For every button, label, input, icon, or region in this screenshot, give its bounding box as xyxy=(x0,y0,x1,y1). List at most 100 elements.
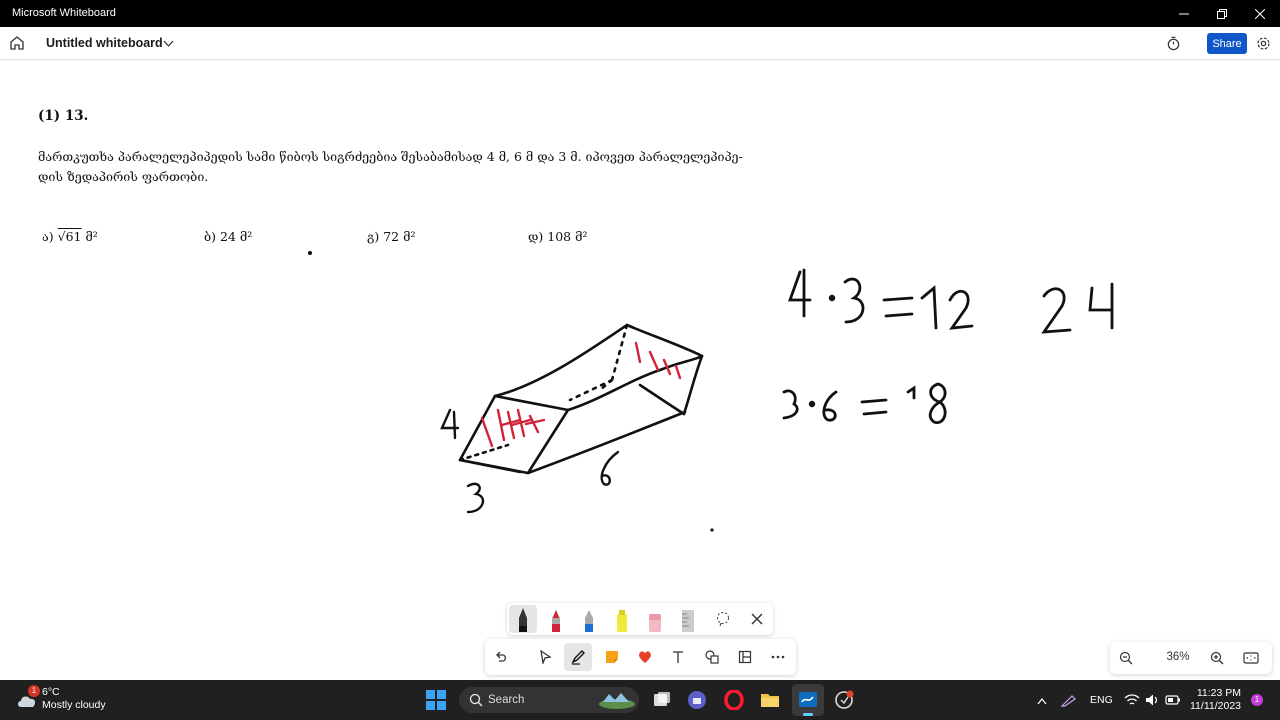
heart-icon xyxy=(639,651,651,663)
start-button[interactable] xyxy=(426,690,446,710)
weather-description: Mostly cloudy xyxy=(42,699,106,711)
pen-tray xyxy=(507,603,773,635)
ruler-icon xyxy=(682,610,694,632)
battery-icon[interactable] xyxy=(1165,694,1181,706)
fit-screen-icon xyxy=(1243,652,1259,664)
chevron-up-icon[interactable] xyxy=(1037,697,1047,705)
fit-to-screen-button[interactable] xyxy=(1237,644,1265,672)
opera-button[interactable] xyxy=(724,689,744,711)
sticky-note-icon xyxy=(606,651,618,663)
whiteboard-canvas[interactable]: (1) 13. მართკუთხა პარალელეპიპედის სამი წ… xyxy=(0,61,1280,680)
digit-4 xyxy=(440,408,460,440)
taskbar-search[interactable]: Search xyxy=(459,687,639,713)
highlighter-icon xyxy=(617,610,627,632)
close-icon xyxy=(1255,8,1265,19)
more-icon xyxy=(771,655,785,659)
file-explorer-button[interactable] xyxy=(760,690,780,710)
whiteboard-app-icon xyxy=(799,692,817,707)
zoom-in-button[interactable] xyxy=(1203,644,1231,672)
red-pen-button[interactable] xyxy=(542,605,570,633)
teams-icon xyxy=(688,691,706,709)
select-button[interactable] xyxy=(531,643,559,671)
lasso-button[interactable] xyxy=(709,605,737,633)
close-pen-tray-button[interactable] xyxy=(743,605,771,633)
pen-tool-button[interactable] xyxy=(564,643,592,671)
close-window-button[interactable] xyxy=(1240,0,1280,27)
clock-time: 11:23 PM xyxy=(1196,687,1241,699)
wifi-icon[interactable] xyxy=(1124,693,1140,707)
red-pen-icon xyxy=(552,610,560,632)
weather-text: 6°C Mostly cloudy xyxy=(42,686,106,712)
more-button[interactable] xyxy=(764,643,792,671)
text-button[interactable] xyxy=(664,643,692,671)
ink-dot xyxy=(308,251,312,255)
task-view-button[interactable] xyxy=(652,690,672,710)
window-title: Microsoft Whiteboard xyxy=(12,7,116,19)
shapes-button[interactable] xyxy=(698,643,726,671)
blue-pen-icon xyxy=(585,610,593,632)
sticky-note-button[interactable] xyxy=(598,643,626,671)
red-hatching xyxy=(480,341,682,448)
notification-badge[interactable]: 1 xyxy=(1251,694,1263,706)
zoom-controls: 36% xyxy=(1110,642,1272,674)
black-pen-icon xyxy=(519,608,527,632)
windows-logo-icon xyxy=(426,690,446,710)
weather-widget[interactable]: 1 6°C Mostly cloudy xyxy=(0,680,120,720)
volume-icon[interactable] xyxy=(1144,693,1160,707)
share-button[interactable]: Share xyxy=(1207,33,1247,54)
templates-button[interactable] xyxy=(731,643,759,671)
opera-icon xyxy=(724,689,744,711)
ruler-button[interactable] xyxy=(674,605,702,633)
clock-date: 11/11/2023 xyxy=(1190,700,1241,712)
text-icon xyxy=(673,651,683,663)
eraser-button[interactable] xyxy=(641,605,669,633)
recorder-icon xyxy=(835,690,854,709)
highlighter-button[interactable] xyxy=(608,605,636,633)
lasso-icon xyxy=(717,612,729,627)
search-icon xyxy=(469,693,483,707)
main-toolbar xyxy=(485,639,796,675)
app-bar: Untitled whiteboard Share xyxy=(0,27,1280,60)
folder-icon xyxy=(761,694,779,707)
active-indicator xyxy=(803,713,813,716)
shapes-icon xyxy=(705,650,719,664)
search-highlight-icon xyxy=(599,693,635,709)
weather-badge: 1 xyxy=(28,685,40,697)
pen-input-icon[interactable] xyxy=(1060,692,1078,708)
title-bar: Microsoft Whiteboard xyxy=(0,0,1280,27)
eraser-icon xyxy=(649,614,661,632)
undo-button[interactable] xyxy=(487,643,515,671)
handwritten-equations xyxy=(782,268,1114,424)
ink-layer[interactable] xyxy=(0,61,1280,680)
home-icon[interactable] xyxy=(9,35,25,51)
minimize-button[interactable] xyxy=(1164,0,1204,27)
teams-button[interactable] xyxy=(687,690,707,710)
zoom-out-button[interactable] xyxy=(1112,644,1140,672)
minimize-icon xyxy=(1179,13,1189,14)
box-drawing xyxy=(458,323,704,475)
settings-gear-icon[interactable] xyxy=(1256,36,1271,51)
language-indicator[interactable]: ENG xyxy=(1090,694,1113,706)
zoom-level[interactable]: 36% xyxy=(1160,651,1196,663)
whiteboard-app-button[interactable] xyxy=(792,684,824,716)
board-name[interactable]: Untitled whiteboard xyxy=(46,36,163,50)
undo-icon xyxy=(496,651,506,662)
ink-dot xyxy=(710,528,714,532)
zoom-out-icon xyxy=(1119,651,1133,665)
reaction-button[interactable] xyxy=(631,643,659,671)
digit-6 xyxy=(600,450,620,486)
digit-3 xyxy=(466,482,485,514)
restore-icon xyxy=(1217,8,1227,19)
restore-button[interactable] xyxy=(1202,0,1242,27)
timer-icon[interactable] xyxy=(1166,36,1181,51)
system-clock[interactable]: 11:23 PM 11/11/2023 xyxy=(1190,687,1241,713)
close-icon xyxy=(751,613,763,625)
search-label: Search xyxy=(488,694,525,706)
recorder-button[interactable] xyxy=(834,690,854,710)
zoom-in-icon xyxy=(1210,651,1224,665)
pen-tool-icon xyxy=(571,650,585,665)
chevron-down-icon[interactable] xyxy=(163,38,174,49)
black-pen-button[interactable] xyxy=(509,605,537,633)
blue-pen-button[interactable] xyxy=(575,605,603,633)
task-view-icon xyxy=(654,692,670,706)
